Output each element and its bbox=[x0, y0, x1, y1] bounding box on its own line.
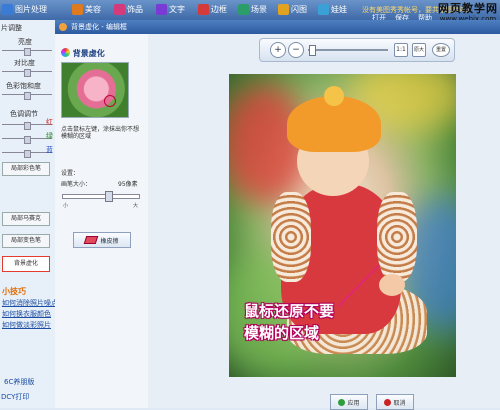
tab-text[interactable]: 文字 bbox=[156, 2, 185, 17]
blur-settings-panel: 背景虚化 点击鼠标左键，涂抹出你不想模糊的区域 设置： 画笔大小： 95像素 小… bbox=[55, 34, 149, 408]
brush-min-label: 小 bbox=[63, 203, 69, 209]
slider-knob[interactable] bbox=[24, 136, 31, 144]
doll-icon bbox=[318, 4, 329, 15]
blue-mark: 蓝 bbox=[46, 146, 53, 154]
accessory-icon bbox=[114, 4, 125, 15]
callout-line-1: 鼠标还原不要 bbox=[244, 302, 335, 320]
tab-doll[interactable]: 娃娃 bbox=[318, 2, 347, 17]
zoom-slider[interactable] bbox=[308, 45, 388, 56]
tab-accessory[interactable]: 饰品 bbox=[114, 2, 143, 17]
beauty-icon bbox=[72, 4, 83, 15]
saturation-slider[interactable] bbox=[2, 92, 52, 100]
tip-link-2[interactable]: 如何换衣服颜色 bbox=[2, 309, 51, 319]
green-slider[interactable] bbox=[2, 136, 52, 144]
slider-knob[interactable] bbox=[24, 92, 31, 100]
tip-link-3[interactable]: 如何做淡彩照片 bbox=[2, 320, 51, 330]
slider-knob[interactable] bbox=[24, 48, 31, 56]
check-icon bbox=[338, 398, 346, 406]
brightness-slider[interactable] bbox=[2, 48, 52, 56]
red-mark: 红 bbox=[46, 118, 53, 126]
text-icon bbox=[156, 4, 167, 15]
tab-picture-processing[interactable]: 图片处理 bbox=[2, 2, 47, 17]
green-mark: 绿 bbox=[46, 132, 53, 140]
top-menu-bar: 图片处理 美容 饰品 文字 边框 场景 闪图 娃娃 没有美图秀秀帐号，要共享图片… bbox=[0, 0, 500, 22]
blur-tool-icon bbox=[61, 48, 70, 57]
local-mosaic-button[interactable]: 局部马赛克 bbox=[2, 212, 50, 226]
image-workspace: + − 1:1 原大 重置 鼠标还原不要 模糊的区域 应用 取消 bbox=[148, 34, 500, 410]
tab-beauty[interactable]: 美容 bbox=[72, 2, 101, 17]
slider-knob[interactable] bbox=[24, 122, 31, 130]
contrast-label: 对比度 bbox=[14, 59, 35, 67]
hue-label: 色调调节 bbox=[10, 110, 38, 118]
callout-line-2: 模糊的区域 bbox=[244, 324, 320, 342]
zoom-in-button[interactable]: + bbox=[270, 42, 286, 58]
eraser-icon bbox=[84, 236, 99, 244]
actual-size-button[interactable]: 原大 bbox=[412, 43, 426, 57]
brightness-label: 亮度 bbox=[18, 38, 32, 46]
local-color-pen-button[interactable]: 局部彩色笔 bbox=[2, 162, 50, 176]
frame-icon bbox=[198, 4, 209, 15]
photo-canvas[interactable]: 鼠标还原不要 模糊的区域 bbox=[229, 74, 456, 377]
scene-icon bbox=[238, 4, 249, 15]
local-recolor-pen-button[interactable]: 局部变色笔 bbox=[2, 234, 50, 248]
red-slider[interactable] bbox=[2, 122, 52, 130]
panel-title: 背景虚化 bbox=[61, 48, 105, 59]
instructions-text: 点击鼠标左键，涂抹出你不想模糊的区域 bbox=[61, 126, 140, 140]
tab-frame[interactable]: 边框 bbox=[198, 2, 227, 17]
left-adjust-panel: 片调整 亮度 对比度 色彩饱和度 色调调节 红 绿 蓝 局部彩色笔 局部马赛克 … bbox=[0, 20, 58, 408]
actual-size-label: 原大 bbox=[413, 47, 424, 53]
watermark-title: 网页教学网 bbox=[438, 2, 498, 15]
reset-button[interactable]: 重置 bbox=[432, 43, 450, 57]
app-icon bbox=[59, 23, 67, 31]
fit-button[interactable]: 1:1 bbox=[394, 43, 408, 57]
slider-knob[interactable] bbox=[24, 150, 31, 158]
zoom-knob[interactable] bbox=[309, 45, 317, 56]
settings-label: 设置： bbox=[61, 170, 80, 177]
blue-slider[interactable] bbox=[2, 150, 52, 158]
baby-hand bbox=[379, 274, 405, 296]
brush-max-label: 大 bbox=[133, 203, 139, 209]
reset-label: 重置 bbox=[435, 47, 446, 53]
brush-cursor-icon bbox=[104, 95, 116, 107]
eraser-button[interactable]: 橡皮擦 bbox=[73, 232, 131, 248]
slider-knob[interactable] bbox=[24, 69, 31, 77]
preview-thumbnail bbox=[61, 62, 129, 118]
tips-title: 小技巧 bbox=[2, 287, 26, 296]
dialog-titlebar: 背景虚化 - 编辑框 bbox=[55, 20, 500, 34]
tip-link-1[interactable]: 如何消除照片噪点 bbox=[2, 298, 58, 308]
brush-size-slider[interactable] bbox=[62, 191, 140, 202]
flash-icon bbox=[278, 4, 289, 15]
zoom-toolbar: + − 1:1 原大 重置 bbox=[259, 38, 455, 62]
tab-flash[interactable]: 闪图 bbox=[278, 2, 307, 17]
brush-size-knob[interactable] bbox=[105, 191, 113, 202]
brush-size-value: 95像素 bbox=[118, 181, 138, 188]
hat-pompom bbox=[324, 86, 344, 106]
baby-arm bbox=[271, 192, 311, 282]
saturation-label: 色彩饱和度 bbox=[6, 82, 41, 90]
baby-arm bbox=[377, 192, 417, 282]
panel-header: 片调整 bbox=[1, 24, 22, 32]
brush-size-label: 画笔大小： bbox=[61, 181, 92, 188]
tab-scene[interactable]: 场景 bbox=[238, 2, 267, 17]
footer-link-1[interactable]: 6C养朋版 bbox=[4, 377, 34, 387]
footer-link-2[interactable]: DCY打印 bbox=[1, 392, 29, 402]
callout-annotation: 鼠标还原不要 模糊的区域 bbox=[244, 300, 334, 344]
picture-icon bbox=[2, 4, 13, 15]
contrast-slider[interactable] bbox=[2, 69, 52, 77]
close-icon bbox=[384, 398, 392, 406]
background-blur-button[interactable]: 背景虚化 bbox=[2, 256, 50, 272]
dialog-title: 背景虚化 - 编辑框 bbox=[71, 23, 127, 31]
zoom-out-button[interactable]: − bbox=[288, 42, 304, 58]
